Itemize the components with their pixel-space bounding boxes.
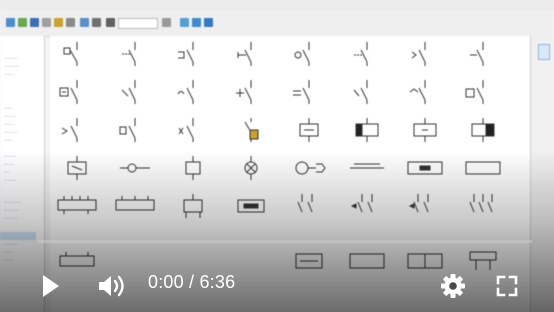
switch-symbol-icon (122, 42, 136, 66)
contact-symbol-icon (59, 80, 78, 104)
contact-symbol-icon (293, 80, 310, 104)
switch-symbol-icon (178, 42, 194, 66)
symbol-cell[interactable] (456, 78, 510, 118)
symbol-cell[interactable] (398, 78, 452, 118)
tool-button[interactable] (106, 18, 115, 27)
symbol-cell[interactable] (108, 78, 162, 118)
tool-button[interactable] (30, 18, 39, 27)
panel-text: ········ (4, 130, 18, 136)
relay-symbol-icon (178, 118, 194, 142)
fullscreen-icon (496, 275, 518, 297)
panel-text: ······ (4, 122, 14, 128)
symbol-cell[interactable] (340, 78, 394, 118)
tool-button[interactable] (162, 18, 171, 27)
panel-text: ········· (4, 64, 19, 70)
tool-button[interactable] (54, 18, 63, 27)
fullscreen-button[interactable] (494, 273, 520, 299)
time-display: 0:00 / 6:36 (148, 272, 235, 293)
panel-text: ······ (4, 72, 14, 78)
coil-symbol-icon (299, 118, 319, 142)
zoom-field[interactable] (118, 18, 158, 29)
volume-icon (99, 275, 124, 297)
panel-text: ····· (4, 138, 13, 144)
tool-button[interactable] (18, 18, 27, 27)
switch-symbol-icon (470, 42, 484, 66)
symbol-cell[interactable] (108, 40, 162, 80)
settings-button[interactable] (438, 271, 468, 301)
switch-symbol-icon (63, 42, 78, 66)
symbol-cell[interactable] (224, 78, 278, 118)
side-panel-button[interactable] (538, 44, 550, 60)
tool-button[interactable] (6, 18, 15, 27)
coil-symbol-icon (471, 118, 495, 142)
tool-button[interactable] (42, 18, 51, 27)
panel-text: ····· (4, 106, 13, 112)
panel-text: ········ (4, 56, 18, 62)
panel-text: ······· (4, 114, 16, 120)
contact-symbol-icon (409, 80, 426, 104)
symbol-cell[interactable] (340, 40, 394, 80)
play-icon (43, 275, 59, 297)
symbol-cell[interactable] (456, 40, 510, 80)
switch-symbol-icon (354, 42, 368, 66)
coil-symbol-icon (355, 118, 379, 142)
contact-symbol-icon (177, 80, 194, 104)
tool-button[interactable] (80, 18, 89, 27)
duration: 6:36 (199, 272, 236, 292)
time-separator: / (183, 272, 200, 292)
gear-icon (441, 274, 465, 298)
volume-button[interactable] (96, 272, 128, 300)
symbol-cell[interactable] (50, 40, 104, 80)
tool-button[interactable] (92, 18, 101, 27)
symbol-cell[interactable] (166, 78, 220, 118)
relay-symbol-icon (61, 118, 78, 142)
tool-button[interactable] (180, 18, 189, 27)
play-button[interactable] (36, 272, 64, 300)
contact-symbol-icon (121, 80, 136, 104)
relay-symbol-icon (244, 118, 259, 142)
contact-symbol-icon (353, 80, 368, 104)
tool-button[interactable] (204, 18, 213, 27)
toolbar (0, 10, 554, 37)
contact-symbol-icon (236, 80, 252, 104)
switch-symbol-icon (411, 42, 426, 66)
symbol-cell[interactable] (224, 40, 278, 80)
symbol-cell[interactable] (50, 78, 104, 118)
symbol-cell[interactable] (398, 40, 452, 80)
symbol-cell[interactable] (282, 40, 336, 80)
switch-symbol-icon (294, 42, 310, 66)
switch-symbol-icon (237, 42, 252, 66)
coil-symbol-icon (413, 118, 437, 142)
tool-button[interactable] (192, 18, 201, 27)
tool-button[interactable] (66, 18, 75, 27)
symbol-cell[interactable] (166, 40, 220, 80)
current-time: 0:00 (148, 272, 184, 292)
symbol-cell[interactable] (282, 78, 336, 118)
video-progress-bar[interactable] (38, 240, 532, 243)
contact-symbol-icon (465, 80, 484, 104)
video-controls-gradient (0, 150, 554, 312)
relay-symbol-icon (119, 118, 136, 142)
window-title-bar (0, 0, 554, 10)
